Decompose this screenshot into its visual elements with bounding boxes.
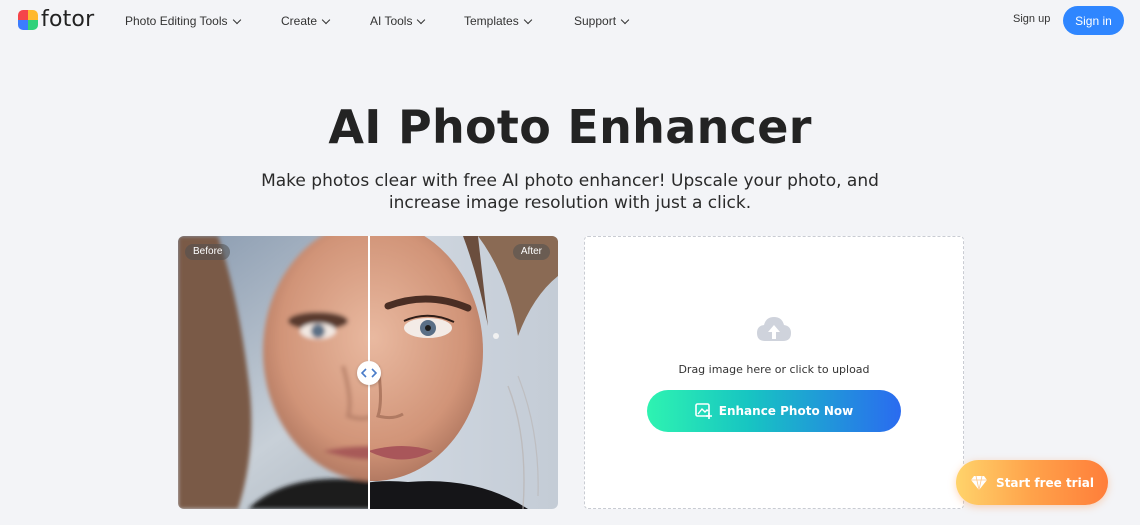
page-subtitle: Make photos clear with free AI photo enh…: [230, 170, 910, 214]
chevron-down-icon: [620, 15, 630, 24]
nav-label: Support: [574, 14, 617, 28]
cloud-upload-icon: [757, 317, 791, 341]
nav-templates[interactable]: Templates: [464, 14, 532, 28]
chevron-down-icon: [523, 15, 532, 24]
start-free-trial-button[interactable]: Start free trial: [956, 460, 1108, 505]
fotor-logo[interactable]: fotor: [18, 9, 94, 31]
nav-photo-editing-tools[interactable]: Photo Editing Tools: [125, 14, 241, 28]
diamond-icon: [970, 475, 988, 491]
chevron-down-icon: [232, 15, 241, 24]
chevron-down-icon: [417, 15, 426, 24]
sign-in-button[interactable]: Sign in: [1063, 6, 1124, 35]
nav-label: AI Tools: [370, 14, 413, 28]
logo-text: fotor: [41, 7, 95, 32]
nav-support[interactable]: Support: [574, 14, 630, 28]
subtitle-line-1: Make photos clear with free AI photo enh…: [261, 171, 879, 191]
chevron-down-icon: [321, 15, 331, 24]
fotor-logo-icon: [18, 10, 38, 30]
enhance-photo-button[interactable]: Enhance Photo Now: [647, 390, 901, 432]
arrows-left-right-icon: [361, 368, 377, 378]
upload-hint: Drag image here or click to upload: [678, 363, 870, 376]
nav-label: Create: [281, 14, 318, 28]
subtitle-line-2: increase image resolution with just a cl…: [388, 193, 752, 213]
start-free-trial-label: Start free trial: [996, 475, 1094, 490]
nav-ai-tools[interactable]: AI Tools: [370, 14, 426, 28]
page-title: AI Photo Enhancer: [328, 100, 812, 154]
after-label: After: [512, 244, 550, 260]
nav-label: Templates: [464, 14, 519, 28]
before-label: Before: [185, 244, 231, 260]
nav-create[interactable]: Create: [281, 14, 331, 28]
upload-dropzone[interactable]: Drag image here or click to upload Enhan…: [584, 236, 964, 509]
top-nav-bar: fotor Photo Editing Tools Create AI Tool…: [0, 0, 1140, 42]
image-plus-icon: [694, 403, 713, 419]
compare-slider-handle[interactable]: [357, 361, 381, 385]
sign-up-link[interactable]: Sign up: [1013, 13, 1050, 25]
before-after-compare[interactable]: Before After: [178, 236, 558, 509]
nav-label: Photo Editing Tools: [125, 14, 228, 28]
enhance-photo-label: Enhance Photo Now: [718, 404, 854, 418]
